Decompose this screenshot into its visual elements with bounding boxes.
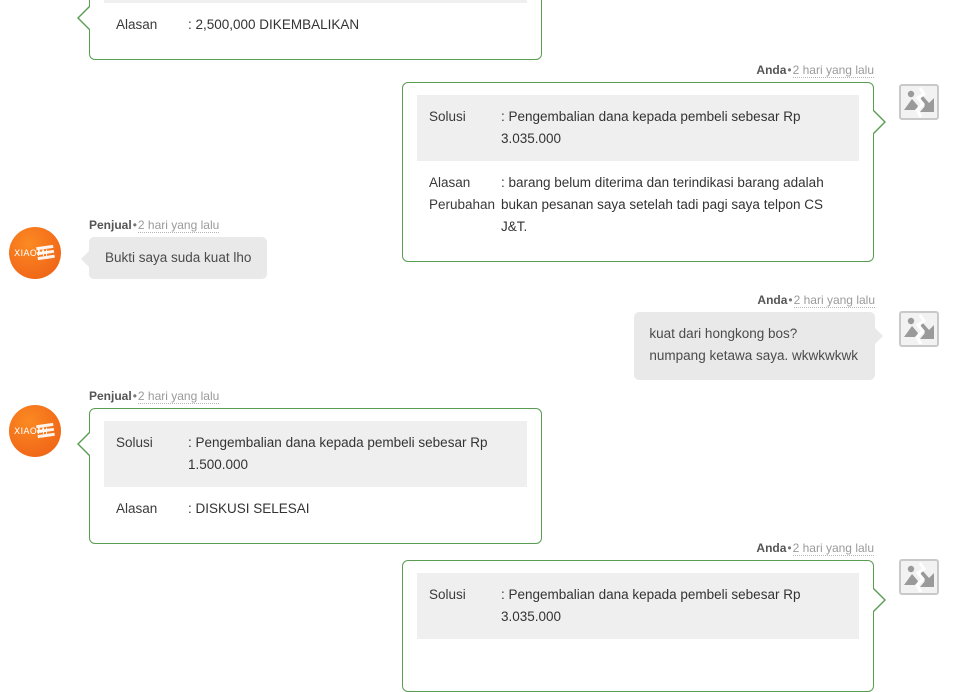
message-author: Anda [756,63,787,77]
row-key: Alasan [116,17,158,32]
bubble-tail-fill [871,587,884,613]
avatar-penjual-1[interactable]: XIAOMI [9,227,61,279]
message-timestamp[interactable]: 2 hari yang lalu [793,293,875,308]
reason-row: Alasan : DISKUSI SELESAI [104,487,527,531]
row-value: : barang belum diterima dan terindikasi … [501,175,824,234]
message-line: numpang ketawa saya. wkwkwkwk [649,348,858,363]
message-author: Anda [757,293,788,307]
avatar-logo-mark [35,420,56,441]
bubble-tail-fill [81,250,90,268]
broken-image-icon [899,84,939,120]
message-line: kuat dari hongkong bos? [649,326,798,341]
message-meta: Penjual•2 hari yang lalu [89,388,542,404]
message-anda-1: Anda•2 hari yang lalu Solusi : Pengembal… [402,62,886,262]
solution-card: Solusi : Pengembalian dana kepada pembel… [402,82,886,262]
solution-row: Solusi : Pengembalian dana kepada pembel… [417,573,859,639]
solution-card: Alasan : 2,500,000 DIKEMBALIKAN [77,0,542,60]
message-meta: Anda•2 hari yang lalu [500,292,875,308]
meta-separator: • [787,63,792,77]
meta-separator: • [132,389,137,403]
bubble-tail-fill [79,431,92,457]
row-key: Alasan Perubahan [429,175,496,212]
message-meta: Anda•2 hari yang lalu [402,540,874,556]
reason-row: Alasan Perubahan : barang belum diterima… [417,161,859,249]
text-bubble: Bukti saya suda kuat lho [81,237,268,279]
text-bubble: kuat dari hongkong bos? numpang ketawa s… [634,312,883,380]
meta-separator: • [787,541,792,555]
avatar-logo-mark [35,242,56,263]
row-value: : Pengembalian dana kepada pembeli sebes… [501,587,801,624]
bubble-tail-fill [874,327,883,345]
avatar-penjual-2[interactable]: XIAOMI [9,405,61,457]
row-value: : DISKUSI SELESAI [188,501,310,516]
message-top-partial: Alasan : 2,500,000 DIKEMBALIKAN [77,0,542,60]
message-penjual-1: Penjual•2 hari yang lalu Bukti saya suda… [81,217,268,279]
meta-separator: • [788,293,793,307]
row-value: : Pengembalian dana kepada pembeli sebes… [188,435,488,472]
message-author: Anda [756,541,787,555]
row-value: : 2,500,000 DIKEMBALIKAN [188,17,360,32]
attachment-broken-image-1[interactable] [899,84,939,120]
row-value: : Pengembalian dana kepada pembeli sebes… [501,109,801,146]
meta-separator: • [132,218,137,232]
solution-row: Solusi : Pengembalian dana kepada pembel… [417,95,859,161]
message-timestamp[interactable]: 2 hari yang lalu [137,218,220,233]
bubble-tail-fill [79,5,92,31]
message-timestamp[interactable]: 2 hari yang lalu [792,541,874,556]
broken-image-icon [899,559,939,595]
row-key: Solusi [116,435,153,450]
broken-image-icon [899,311,939,347]
solution-card: Solusi : Pengembalian dana kepada pembel… [77,408,542,544]
message-anda-3: Anda•2 hari yang lalu Solusi : Pengembal… [402,540,886,692]
row-key: Solusi [429,109,466,124]
message-author: Penjual [89,218,132,232]
message-penjual-2: Penjual•2 hari yang lalu Solusi : Pengem… [77,388,542,544]
solution-card: Solusi : Pengembalian dana kepada pembel… [402,560,886,692]
message-anda-2: Anda•2 hari yang lalu kuat dari hongkong… [500,292,883,380]
attachment-broken-image-2[interactable] [899,311,939,347]
message-timestamp[interactable]: 2 hari yang lalu [792,63,874,78]
row-key: Alasan [116,501,158,516]
message-line: Bukti saya suda kuat lho [105,250,252,265]
bubble-tail-fill [871,109,884,135]
message-author: Penjual [89,389,132,403]
reason-row: Alasan : 2,500,000 DIKEMBALIKAN [104,3,527,47]
attachment-broken-image-3[interactable] [899,559,939,595]
solution-row: Solusi : Pengembalian dana kepada pembel… [104,421,527,487]
message-meta: Penjual•2 hari yang lalu [89,217,267,233]
message-meta: Anda•2 hari yang lalu [402,62,874,78]
message-timestamp[interactable]: 2 hari yang lalu [137,389,220,404]
reason-row [417,639,859,679]
row-key: Solusi [429,587,466,602]
